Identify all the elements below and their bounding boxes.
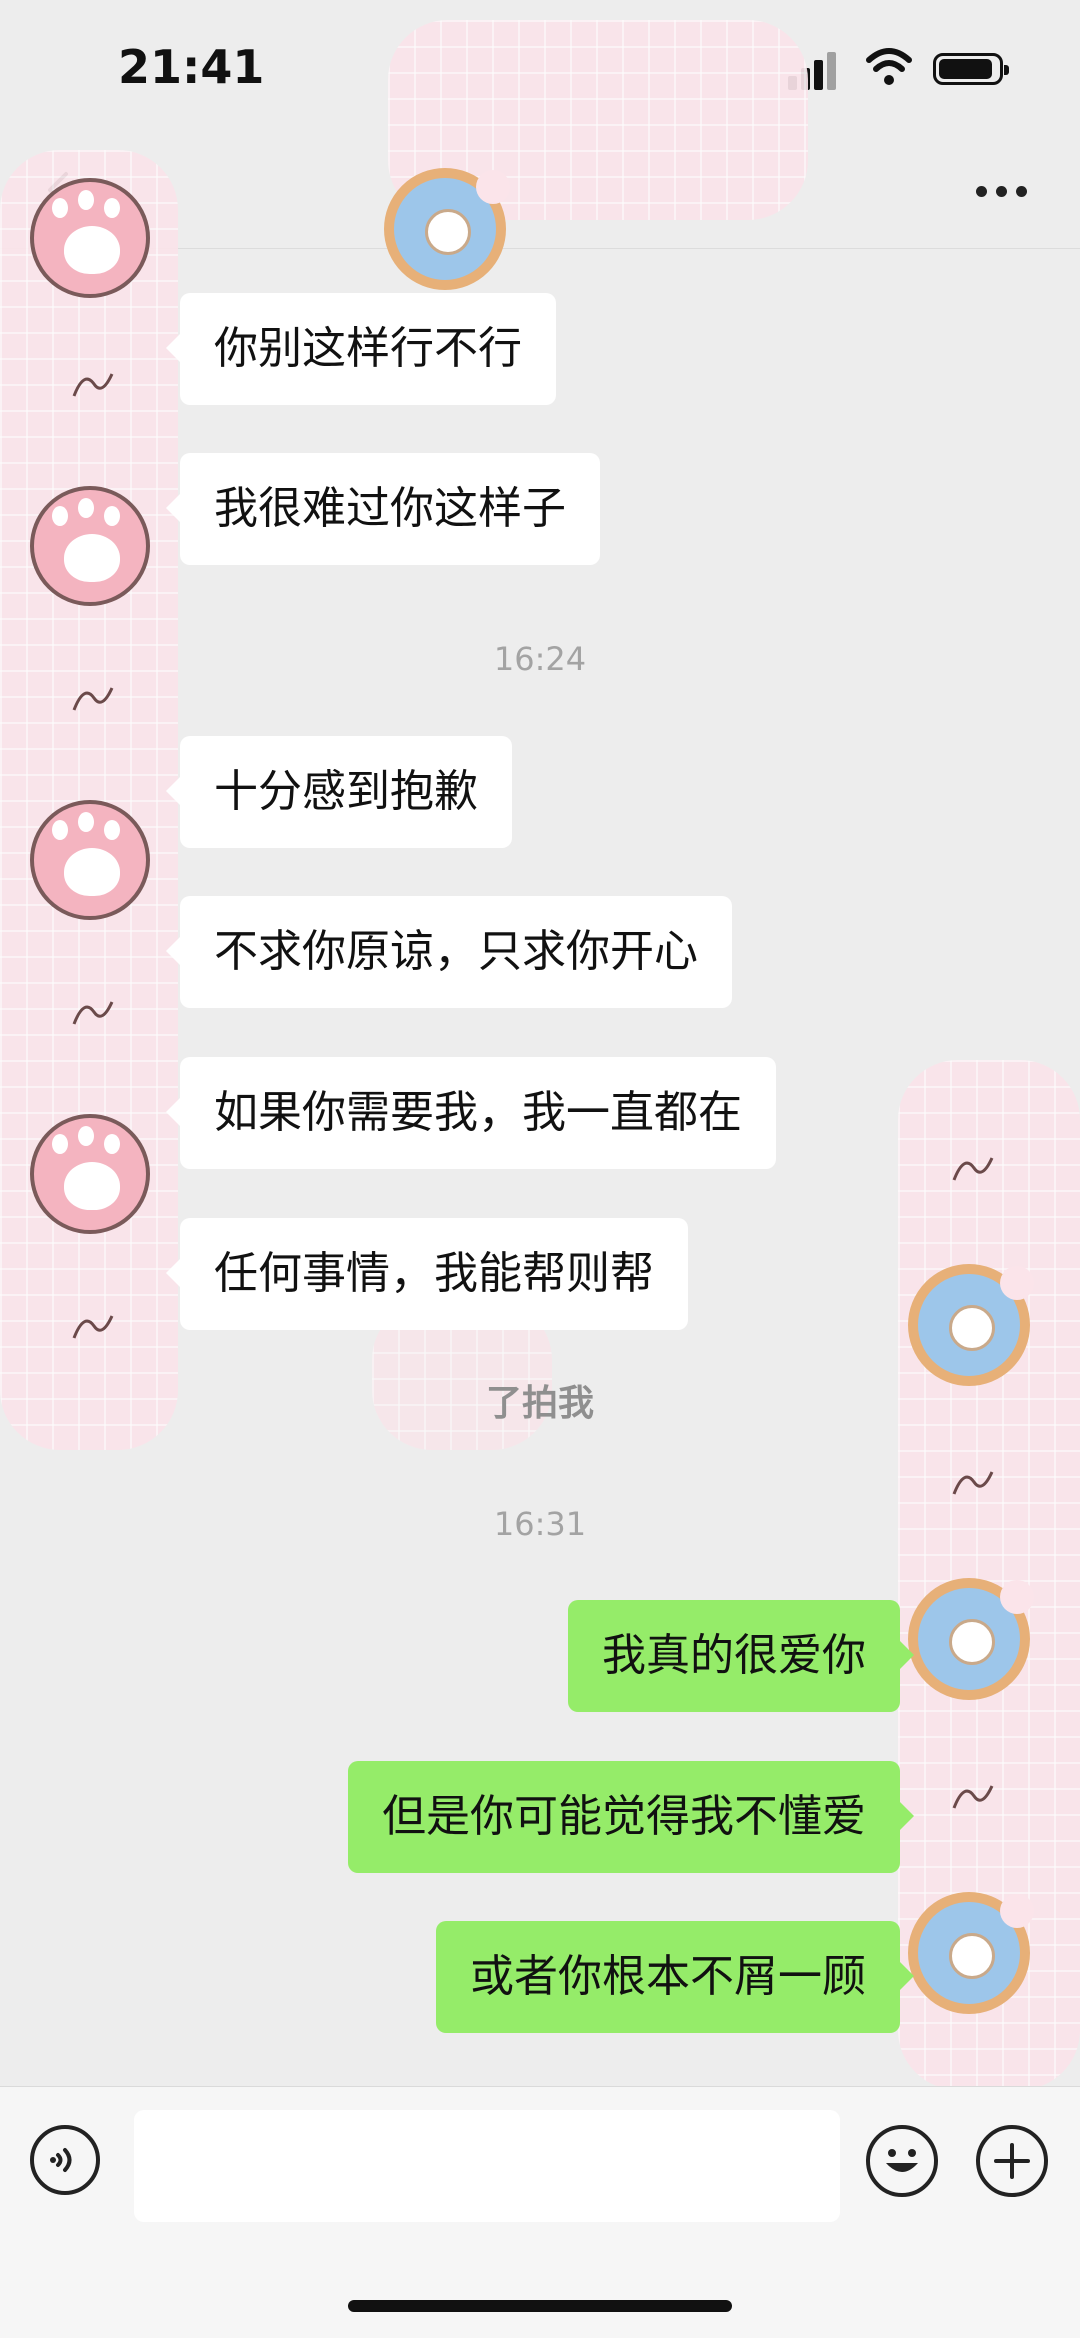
pat-notice: 了拍我 bbox=[485, 1383, 594, 1424]
message-bubble-outgoing[interactable]: 或者你根本不屑一顾 bbox=[436, 1921, 914, 2033]
donut-sticker-icon bbox=[908, 1892, 1034, 2014]
squiggle-icon bbox=[952, 1785, 994, 1809]
donut-sticker-icon bbox=[908, 1578, 1034, 1700]
paw-sticker-icon bbox=[30, 178, 150, 298]
paw-sticker-icon bbox=[30, 486, 150, 606]
message-bubble-outgoing[interactable]: 但是你可能觉得我不懂爱 bbox=[348, 1761, 914, 1873]
paw-sticker-icon bbox=[30, 800, 150, 920]
paw-sticker-icon bbox=[30, 1114, 150, 1234]
home-indicator bbox=[348, 2300, 732, 2312]
squiggle-icon bbox=[72, 687, 114, 711]
message-bubble-incoming[interactable]: 任何事情，我能帮则帮 bbox=[166, 1218, 688, 1330]
message-bubble-outgoing[interactable]: 我真的很爱你 bbox=[568, 1600, 914, 1712]
message-bubble-incoming[interactable]: 我很难过你这样子 bbox=[166, 453, 600, 565]
voice-icon[interactable] bbox=[30, 2125, 100, 2195]
plus-icon[interactable] bbox=[976, 2125, 1048, 2197]
donut-sticker-icon bbox=[384, 168, 510, 290]
wifi-icon bbox=[866, 48, 912, 85]
message-timestamp: 16:31 bbox=[493, 1505, 587, 1543]
donut-sticker-icon bbox=[908, 1264, 1034, 1386]
squiggle-icon bbox=[72, 1315, 114, 1339]
message-bubble-incoming[interactable]: 你别这样行不行 bbox=[166, 293, 556, 405]
squiggle-icon bbox=[72, 373, 114, 397]
battery-icon bbox=[933, 53, 1009, 85]
status-time: 21:41 bbox=[118, 40, 265, 94]
emoji-icon[interactable] bbox=[866, 2125, 938, 2197]
more-dots-icon[interactable] bbox=[976, 186, 1028, 198]
message-timestamp: 16:24 bbox=[493, 640, 587, 678]
squiggle-icon bbox=[72, 1001, 114, 1025]
squiggle-icon bbox=[952, 1471, 994, 1495]
message-bubble-incoming[interactable]: 不求你原谅，只求你开心 bbox=[166, 896, 732, 1008]
message-bubble-incoming[interactable]: 如果你需要我，我一直都在 bbox=[166, 1057, 776, 1169]
message-bubble-incoming[interactable]: 十分感到抱歉 bbox=[166, 736, 512, 848]
squiggle-icon bbox=[952, 1157, 994, 1181]
message-input[interactable] bbox=[134, 2110, 840, 2222]
